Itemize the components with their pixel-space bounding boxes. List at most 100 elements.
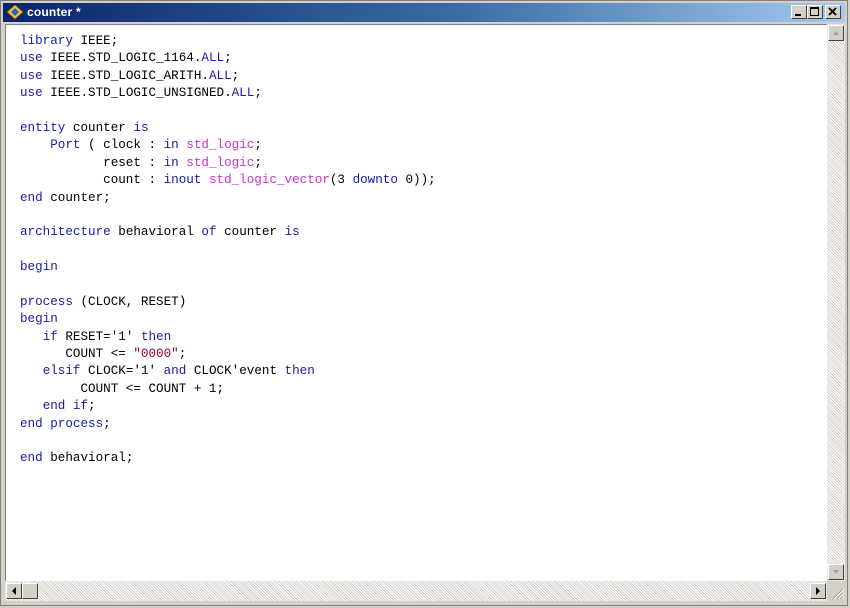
code-line[interactable] [20,207,436,224]
code-token: counter [216,225,285,240]
code-token: CLOCK'event [186,364,285,379]
code-line[interactable]: end if; [20,398,436,415]
code-token: entity [20,120,66,135]
code-token: inout [163,173,202,188]
window-title: counter * [27,5,81,19]
code-line[interactable]: COUNT <= "0000"; [20,346,436,363]
code-line[interactable]: end process; [20,416,436,433]
code-line[interactable]: end behavioral; [20,450,436,467]
code-token: begin [20,260,58,275]
code-token: then [140,329,172,344]
code-token: and [163,364,187,379]
code-token: use [20,86,43,101]
code-line[interactable]: use IEEE.STD_LOGIC_1164.ALL; [20,50,436,67]
code-token: use [20,68,43,83]
code-line[interactable]: COUNT <= COUNT + 1; [20,381,436,398]
code-token: IEEE.STD_LOGIC_1164. [42,51,202,66]
code-line[interactable] [20,276,436,293]
code-token: then [284,364,315,379]
code-editor[interactable]: library IEEE; use IEEE.STD_LOGIC_1164.ALL… [5,24,828,582]
code-token: RESET='1' [57,329,141,344]
code-token: is [133,120,149,135]
code-line[interactable]: use IEEE.STD_LOGIC_UNSIGNED.ALL; [20,85,436,102]
code-token: (CLOCK, RESET) [72,294,187,309]
code-token: CLOCK='1' [80,364,164,379]
code-token: behavioral; [42,451,134,466]
close-button[interactable] [825,5,841,19]
code-line[interactable]: use IEEE.STD_LOGIC_ARITH.ALL; [20,68,436,85]
maximize-icon [810,7,819,16]
code-line[interactable]: architecture behavioral of counter is [20,224,436,241]
code-line[interactable]: elsif CLOCK='1' and CLOCK'event then [20,363,436,380]
code-token: is [284,225,300,240]
code-line[interactable]: if RESET='1' then [20,329,436,346]
scroll-thumb[interactable] [22,583,38,599]
code-token: ALL [201,51,225,66]
code-token: counter [65,120,134,135]
code-line[interactable] [20,242,436,259]
code-token: count : [20,173,164,188]
minimize-button[interactable] [791,5,807,19]
code-line[interactable] [20,433,436,450]
code-token: ALL [208,68,232,83]
code-text[interactable]: library IEEE; use IEEE.STD_LOGIC_1164.ALL… [20,33,436,468]
code-line[interactable]: end counter; [20,190,436,207]
code-line[interactable]: Port ( clock : in std_logic; [20,137,436,154]
vertical-scrollbar[interactable] [827,24,845,581]
scroll-down-button[interactable] [828,564,844,580]
code-token: IEEE.STD_LOGIC_ARITH. [42,68,209,83]
code-token: ; [231,68,240,83]
code-line[interactable]: entity counter is [20,120,436,137]
code-token: ; [254,86,262,101]
code-token: ; [103,416,111,431]
arrow-right-icon [816,587,820,595]
code-token: end process [20,416,104,431]
code-token: 0)); [397,173,436,188]
code-token: COUNT <= COUNT + 1; [20,381,225,396]
code-token: reset : [20,155,164,170]
code-token: begin [20,312,58,327]
code-token: ; [224,51,232,66]
code-token: in [163,155,179,170]
code-token: ALL [231,86,255,101]
code-token: IEEE.STD_LOGIC_UNSIGNED. [42,86,232,101]
code-token: ; [178,347,187,362]
horizontal-scrollbar[interactable] [5,581,827,601]
code-line[interactable]: begin [20,311,436,328]
maximize-button[interactable] [807,5,823,19]
code-token: std_logic [186,155,255,170]
code-token: ( clock : [80,138,164,153]
resize-grip[interactable] [827,581,845,601]
code-token: of [201,225,217,240]
vhdl-document-icon [7,5,23,20]
code-line[interactable]: begin [20,259,436,276]
code-token: "0000" [133,347,179,362]
scroll-up-button[interactable] [828,25,844,41]
code-line[interactable] [20,103,436,120]
arrow-down-icon [833,570,839,574]
code-token: ; [254,138,262,153]
arrow-left-icon [12,587,16,595]
code-token: std_logic_vector [208,173,330,188]
code-token: std_logic [186,138,255,153]
code-token: process [20,294,73,309]
code-line[interactable]: process (CLOCK, RESET) [20,294,436,311]
code-line[interactable]: library IEEE; [20,33,436,50]
code-token: COUNT <= [20,347,134,362]
code-line[interactable]: count : inout std_logic_vector(3 downto … [20,172,436,189]
scroll-left-button[interactable] [6,583,22,599]
code-token: ; [254,155,262,170]
code-token: (3 [329,173,353,188]
code-token: use [20,51,43,66]
code-token: counter; [42,190,111,205]
code-token: end [20,451,43,466]
code-token: end if [42,399,89,414]
title-bar[interactable]: counter * [3,3,845,22]
code-token: library IEEE; [20,34,119,48]
scroll-right-button[interactable] [810,583,826,599]
code-line[interactable]: reset : in std_logic; [20,155,436,172]
code-token: end [20,190,43,205]
